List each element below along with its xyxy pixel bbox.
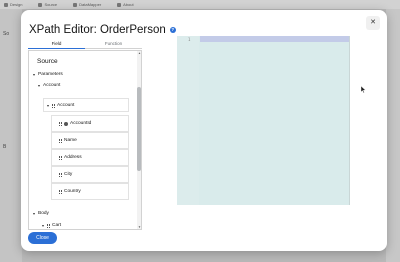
tab-function[interactable]: Function bbox=[85, 39, 142, 49]
tree-node-label: Name bbox=[64, 138, 77, 143]
line-number: 1 bbox=[188, 37, 191, 42]
chevron-down-icon[interactable]: ▾ bbox=[41, 223, 45, 228]
key-icon bbox=[64, 121, 68, 126]
bg-tab-source: Source bbox=[38, 2, 57, 7]
chevron-down-icon[interactable]: ▾ bbox=[32, 211, 36, 216]
grip-icon[interactable] bbox=[59, 121, 62, 126]
editor-margin bbox=[349, 36, 350, 205]
tree-node-label: Body bbox=[38, 211, 49, 216]
tree-node-cart[interactable]: ▾ Cart bbox=[41, 223, 61, 228]
tree-node-label: AccountId bbox=[70, 121, 92, 126]
tree-node-name[interactable]: Name bbox=[59, 138, 77, 143]
scroll-up-icon[interactable]: ▲ bbox=[138, 51, 141, 55]
grip-icon[interactable] bbox=[52, 103, 55, 108]
tree-node-accountid[interactable]: AccountId bbox=[59, 121, 91, 126]
tree-node-body[interactable]: ▾ Body bbox=[32, 211, 49, 216]
bg-side-label-b: B bbox=[3, 144, 7, 150]
close-button[interactable]: Close bbox=[28, 232, 57, 244]
about-icon bbox=[117, 2, 122, 7]
grip-icon[interactable] bbox=[47, 223, 50, 228]
modal-title: XPath Editor: OrderPerson ? bbox=[29, 24, 176, 36]
bg-tab-label: DataMapper bbox=[79, 2, 102, 7]
tree-node-label: Cart bbox=[52, 223, 62, 228]
chevron-down-icon[interactable]: ▾ bbox=[37, 83, 41, 88]
tree-node-city[interactable]: City bbox=[59, 172, 72, 177]
bg-tab-label: Source bbox=[44, 2, 58, 7]
editor-gutter: 1 bbox=[177, 36, 199, 205]
background-right-panel bbox=[386, 9, 400, 262]
tree-node-account-child[interactable]: ▾ Account bbox=[46, 103, 74, 108]
grip-icon[interactable] bbox=[59, 138, 62, 143]
bg-tab-datamapper: DataMapper bbox=[73, 2, 101, 7]
background-sidebar: So B bbox=[0, 9, 22, 262]
tab-field[interactable]: Field bbox=[28, 39, 85, 49]
tree-node-label: City bbox=[64, 172, 73, 177]
help-icon[interactable]: ? bbox=[169, 27, 176, 33]
grip-icon[interactable] bbox=[59, 155, 62, 160]
tree-node-label: Parameters bbox=[38, 72, 63, 77]
bg-tab-label: Design bbox=[10, 2, 23, 7]
source-tree-panel: Source ▾ Parameters ▾ Account ▾ Account … bbox=[28, 50, 142, 230]
bg-tab-design: Design bbox=[4, 2, 22, 7]
tree-node-parameters[interactable]: ▾ Parameters bbox=[32, 72, 63, 77]
tree-node-label: Country bbox=[64, 189, 81, 194]
chevron-down-icon[interactable]: ▾ bbox=[46, 103, 50, 108]
tree-node-address[interactable]: Address bbox=[59, 155, 82, 160]
tree-scrollbar-thumb[interactable] bbox=[137, 87, 141, 171]
xpath-editor-modal: XPath Editor: OrderPerson ? ✕ Field Func… bbox=[21, 10, 387, 251]
grip-icon[interactable] bbox=[59, 172, 62, 177]
tree-node-country[interactable]: Country bbox=[59, 189, 81, 194]
bg-tab-label: About bbox=[123, 2, 134, 7]
mouse-pointer-icon bbox=[361, 86, 366, 93]
scroll-down-icon[interactable]: ▼ bbox=[138, 225, 141, 229]
datamapper-icon bbox=[73, 2, 78, 7]
tree-heading: Source bbox=[37, 58, 58, 65]
source-icon bbox=[38, 2, 43, 7]
modal-title-text: XPath Editor: OrderPerson bbox=[29, 24, 166, 36]
editor-active-line[interactable] bbox=[200, 36, 350, 42]
grip-icon[interactable] bbox=[59, 189, 62, 194]
design-icon bbox=[4, 2, 8, 7]
tree-node-label: Account bbox=[57, 103, 75, 108]
xpath-code-editor[interactable]: 1 bbox=[177, 36, 350, 205]
bg-tab-about: About bbox=[117, 2, 134, 7]
bg-side-label: So bbox=[3, 31, 10, 37]
tree-node-label: Address bbox=[64, 155, 82, 160]
tree-node-label: Account bbox=[43, 83, 61, 88]
background-tab-bar: Design Source DataMapper About bbox=[0, 0, 400, 9]
close-icon[interactable]: ✕ bbox=[366, 16, 380, 30]
tree-node-account[interactable]: ▾ Account bbox=[37, 83, 60, 88]
chevron-down-icon[interactable]: ▾ bbox=[32, 72, 36, 77]
tab-bar: Field Function bbox=[28, 39, 142, 49]
